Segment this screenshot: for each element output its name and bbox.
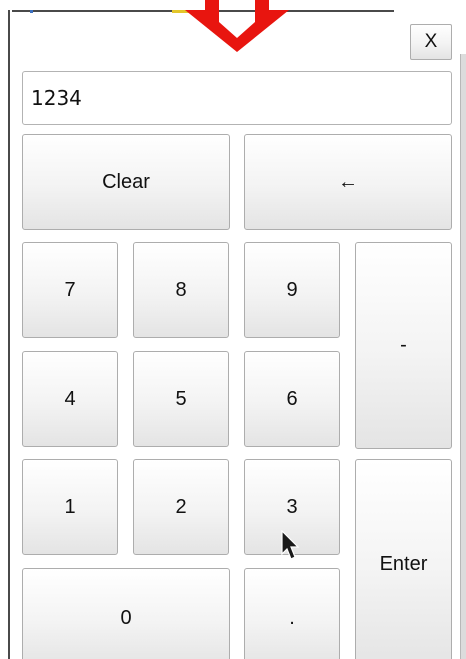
backspace-button[interactable]: ← <box>244 134 452 230</box>
numeric-display-field[interactable] <box>22 71 452 125</box>
minus-button[interactable]: - <box>355 242 452 449</box>
decimal-point-button[interactable]: . <box>244 568 340 659</box>
background-blue-accent <box>30 10 33 13</box>
key-5-button[interactable]: 5 <box>133 351 229 447</box>
dialog-left-border <box>8 10 10 659</box>
key-4-button[interactable]: 4 <box>22 351 118 447</box>
mouse-pointer-icon <box>281 530 300 560</box>
dialog-right-scroll-edge <box>460 54 466 659</box>
key-7-button[interactable]: 7 <box>22 242 118 338</box>
clear-button[interactable]: Clear <box>22 134 230 230</box>
key-0-button[interactable]: 0 <box>22 568 230 659</box>
key-2-button[interactable]: 2 <box>133 459 229 555</box>
key-9-button[interactable]: 9 <box>244 242 340 338</box>
numeric-keypad-dialog: X Clear ← 7 8 9 - 4 5 6 1 2 3 Enter 0 . <box>0 0 466 659</box>
enter-button[interactable]: Enter <box>355 459 452 659</box>
close-button[interactable]: X <box>410 24 452 60</box>
down-arrow-indicator-icon <box>185 0 289 52</box>
key-1-button[interactable]: 1 <box>22 459 118 555</box>
key-6-button[interactable]: 6 <box>244 351 340 447</box>
key-8-button[interactable]: 8 <box>133 242 229 338</box>
